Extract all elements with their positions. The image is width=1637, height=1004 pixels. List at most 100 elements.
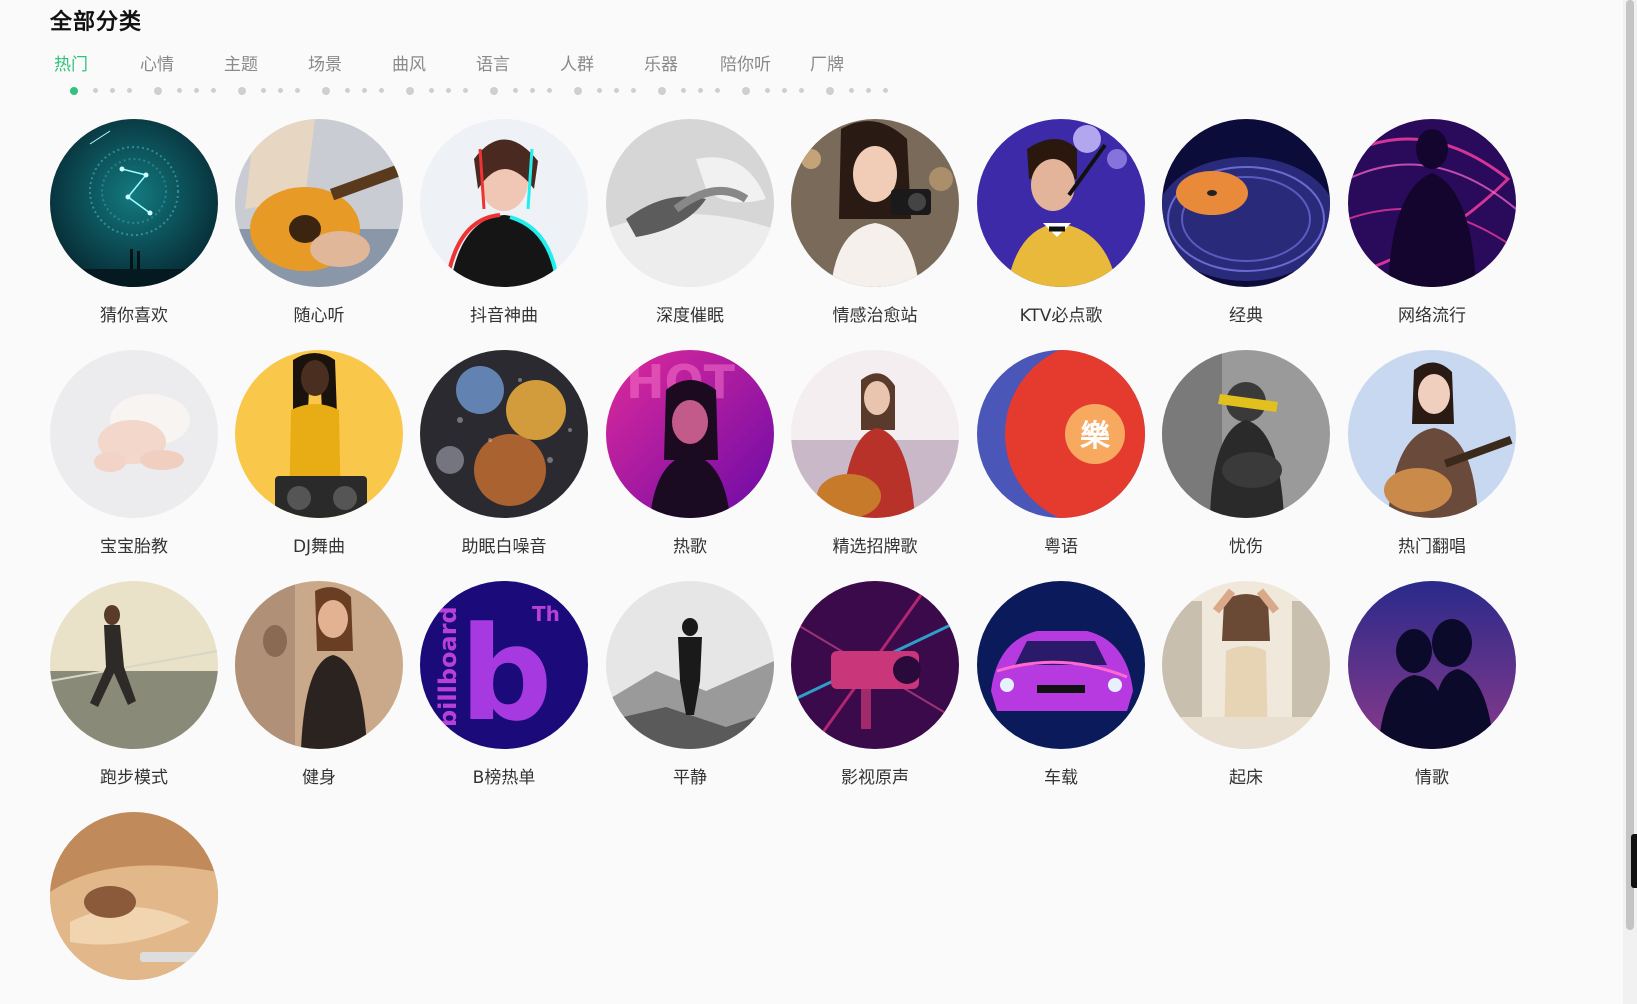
category-card-calm[interactable]: 平静 [606, 581, 774, 788]
category-card-ktv-must-sing[interactable]: KTV必点歌 [977, 119, 1145, 326]
pager-dot [322, 86, 330, 95]
category-label: DJ舞曲 [292, 537, 346, 557]
category-label: KTV必点歌 [1019, 306, 1103, 326]
category-card-cantonese[interactable]: 樂 粤语 [977, 350, 1145, 557]
category-label: 平静 [673, 768, 707, 788]
neon-silhouette-image [1348, 119, 1516, 287]
tab-companion[interactable]: 陪你听 [720, 50, 771, 75]
category-card-baby-education[interactable]: 宝宝胎教 [50, 350, 218, 557]
man-mountain-image [606, 581, 774, 749]
pager-dot-small [278, 88, 283, 93]
dj-man-image [235, 350, 403, 518]
category-label: 网络流行 [1398, 306, 1466, 326]
category-card-car[interactable]: 车载 [977, 581, 1145, 788]
billboard-logo-image: billboard b Th [420, 581, 588, 749]
woman-camera-image [791, 119, 959, 287]
pager-dot-small [530, 88, 535, 93]
pager-dot-small [177, 88, 182, 93]
constellation-image [50, 119, 218, 287]
category-card-love-songs[interactable]: 情歌 [1348, 581, 1516, 788]
pager-dot-small [715, 88, 720, 93]
category-label: 宝宝胎教 [100, 537, 168, 557]
woman-guitar-sunset-image [791, 350, 959, 518]
tab-scene[interactable]: 场景 [308, 50, 342, 75]
couple-silhouette-image [1348, 581, 1516, 749]
pager-dot [574, 86, 582, 95]
pager-dot-small [463, 88, 468, 93]
tab-theme[interactable]: 主题 [224, 50, 258, 75]
category-label: 健身 [302, 768, 336, 788]
sleeping-bed-image [50, 812, 218, 980]
category-card-fitness[interactable]: 健身 [235, 581, 403, 788]
neon-camera-image [791, 581, 959, 749]
pager-dot-small [379, 88, 384, 93]
scrollbar-thumb[interactable] [1626, 0, 1634, 930]
rain-bokeh-image [420, 350, 588, 518]
fitness-woman-image [235, 581, 403, 749]
pager-dot-small [362, 88, 367, 93]
category-card-sleep[interactable] [50, 812, 218, 994]
category-card-film-soundtrack[interactable]: 影视原声 [791, 581, 959, 788]
category-label: 深度催眠 [656, 306, 724, 326]
category-card-guess-you-like[interactable]: 猜你喜欢 [50, 119, 218, 326]
pager-dot [826, 86, 834, 95]
tab-language[interactable]: 语言 [476, 50, 510, 75]
pager-dot-small [698, 88, 703, 93]
category-label: 抖音神曲 [470, 306, 538, 326]
pager-dot-small [799, 88, 804, 93]
page-title: 全部分类 [50, 10, 143, 35]
pager-dot-active [70, 86, 78, 95]
pager-dot-small [866, 88, 871, 93]
category-label: 情歌 [1415, 768, 1449, 788]
category-card-wake-up[interactable]: 起床 [1162, 581, 1330, 788]
pager-dot-small [110, 88, 115, 93]
tab-hot[interactable]: 热门 [54, 50, 88, 75]
pager-dot [658, 86, 666, 95]
pager-dot [154, 86, 162, 95]
pager-dot [238, 86, 246, 95]
tab-label[interactable]: 厂牌 [810, 50, 844, 75]
category-card-running[interactable]: 跑步模式 [50, 581, 218, 788]
pager-dot-small [513, 88, 518, 93]
category-card-internet-popular[interactable]: 网络流行 [1348, 119, 1516, 326]
pager-dot-small [765, 88, 770, 93]
category-card-billboard[interactable]: billboard b Th B榜热单 [420, 581, 588, 788]
tab-crowd[interactable]: 人群 [560, 50, 594, 75]
category-card-dj-dance[interactable]: DJ舞曲 [235, 350, 403, 557]
pager-dot-small [849, 88, 854, 93]
singer-microphone-image [977, 119, 1145, 287]
category-label: 精选招牌歌 [832, 537, 918, 557]
baby-image [50, 350, 218, 518]
pager-dot [742, 86, 750, 95]
category-card-signature-songs[interactable]: 精选招牌歌 [791, 350, 959, 557]
pager-dot-small [782, 88, 787, 93]
category-label: 经典 [1229, 306, 1263, 326]
sleeping-person-image [606, 119, 774, 287]
category-label: 随心听 [293, 306, 345, 326]
category-label: 助眠白噪音 [461, 537, 547, 557]
category-card-hot-songs[interactable]: HOT 热歌 [606, 350, 774, 557]
category-card-white-noise[interactable]: 助眠白噪音 [420, 350, 588, 557]
pager-dot-small [883, 88, 888, 93]
tab-genre[interactable]: 曲风 [392, 50, 426, 75]
pager-dot-small [597, 88, 602, 93]
category-label: 忧伤 [1229, 537, 1263, 557]
pager-dot-small [261, 88, 266, 93]
tab-mood[interactable]: 心情 [140, 50, 174, 75]
category-card-healing-station[interactable]: 情感治愈站 [791, 119, 959, 326]
tab-instrument[interactable]: 乐器 [644, 50, 678, 75]
category-card-sad[interactable]: 忧伤 [1162, 350, 1330, 557]
category-label: 影视原声 [841, 768, 909, 788]
runner-image [50, 581, 218, 749]
category-label: 情感治愈站 [832, 306, 918, 326]
category-card-random-listen[interactable]: 随心听 [235, 119, 403, 326]
category-label: 车载 [1044, 768, 1078, 788]
pager-dot-small [681, 88, 686, 93]
sad-person-image [1162, 350, 1330, 518]
category-card-deep-hypnosis[interactable]: 深度催眠 [606, 119, 774, 326]
category-label: 粤语 [1044, 537, 1078, 557]
category-card-douyin-hits[interactable]: 抖音神曲 [420, 119, 588, 326]
neon-car-image [977, 581, 1145, 749]
category-card-popular-covers[interactable]: 热门翻唱 [1348, 350, 1516, 557]
category-card-classic[interactable]: 经典 [1162, 119, 1330, 326]
